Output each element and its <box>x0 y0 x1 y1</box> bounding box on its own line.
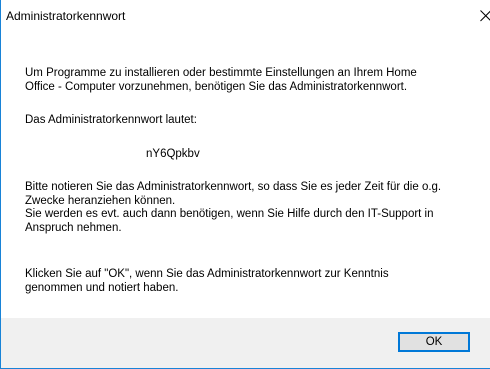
close-button[interactable] <box>476 0 490 30</box>
note-text: Bitte notieren Sie das Administratorkenn… <box>25 181 442 234</box>
password-dialog: Administratorkennwort Um Programme zu in… <box>0 0 490 369</box>
intro-text: Um Programme zu installieren oder bestim… <box>25 67 417 93</box>
ok-button[interactable]: OK <box>398 332 470 352</box>
title-bar: Administratorkennwort <box>1 0 490 30</box>
dialog-title: Administratorkennwort <box>6 9 126 23</box>
close-icon <box>480 10 490 22</box>
password-value: nY6Qpkbv <box>146 148 200 160</box>
confirm-hint-text: Klicken Sie auf "OK", wenn Sie das Admin… <box>25 268 389 294</box>
password-label: Das Administratorkennwort lautet: <box>25 114 197 126</box>
button-bar: OK <box>1 318 490 368</box>
